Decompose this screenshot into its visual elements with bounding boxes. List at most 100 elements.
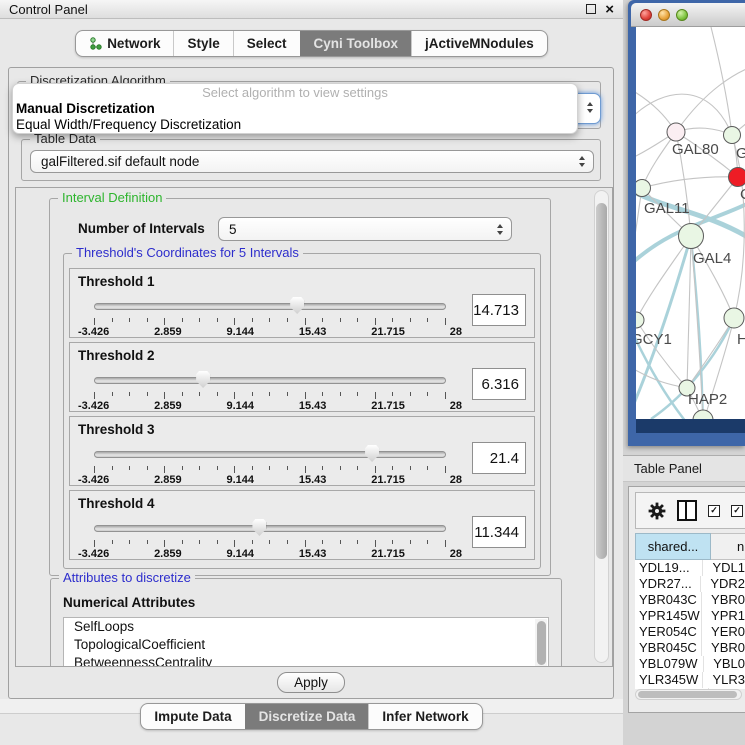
tab-jactivemnodules[interactable]: jActiveMNodules: [411, 31, 547, 56]
scale-label: 2.859: [154, 548, 182, 560]
numerical-attributes-list[interactable]: SelfLoopsTopologicalCoefficientBetweenne…: [63, 617, 549, 667]
slider-thumb[interactable]: [196, 371, 210, 388]
table-row[interactable]: YBL079WYBL0: [635, 656, 745, 672]
scale-label: 21.715: [371, 326, 405, 338]
cell-shared-name: YLR345W: [635, 672, 702, 688]
threshold-value-field[interactable]: 21.4: [472, 442, 526, 474]
threshold-slider[interactable]: -3.4262.8599.14415.4321.71528: [94, 445, 446, 485]
threshold-group-3: Threshold 3-3.4262.8599.14415.4321.71528…: [69, 416, 535, 486]
tick-mark: [252, 392, 253, 396]
minimize-traffic-light-icon[interactable]: [658, 9, 670, 21]
cyni-toolbox-panel: Discretization Algorithm Table Data galF…: [8, 67, 614, 699]
network-node-gal11[interactable]: [636, 180, 651, 197]
threshold-slider[interactable]: -3.4262.8599.14415.4321.71528: [94, 519, 446, 559]
close-traffic-light-icon[interactable]: [640, 9, 652, 21]
tick-mark: [357, 540, 358, 544]
slider-track[interactable]: [94, 451, 446, 458]
algorithm-option-equal-width-frequency-discretization[interactable]: Equal Width/Frequency Discretization: [13, 117, 577, 133]
network-node-gcy1[interactable]: [636, 312, 644, 328]
slider-track[interactable]: [94, 525, 446, 532]
settings-scrollbar[interactable]: [594, 190, 609, 663]
attribute-item-betweennesscentrality[interactable]: BetweennessCentrality: [64, 654, 548, 667]
tick-mark: [164, 540, 165, 547]
column-header-name[interactable]: n: [711, 533, 745, 560]
tick-mark: [129, 318, 130, 322]
slider-thumb[interactable]: [365, 445, 379, 462]
table-panel-title: Table Panel: [634, 461, 702, 476]
zoom-traffic-light-icon[interactable]: [676, 9, 688, 21]
checkbox-icon[interactable]: ✓: [708, 505, 720, 517]
control-panel-title: Control Panel: [9, 2, 88, 17]
slider-thumb[interactable]: [290, 297, 304, 314]
table-row[interactable]: YLR345WYLR3: [635, 672, 745, 688]
table-horizontal-scrollbar-thumb[interactable]: [638, 691, 737, 698]
tick-mark: [375, 466, 376, 473]
threshold-group-2: Threshold 2-3.4262.8599.14415.4321.71528…: [69, 342, 535, 412]
tab-discretize-data[interactable]: Discretize Data: [245, 704, 369, 729]
table-row[interactable]: YER054CYER0: [635, 624, 745, 640]
settings-scrollbar-thumb[interactable]: [596, 203, 607, 559]
scale-label: 15.43: [299, 474, 327, 486]
network-node-c[interactable]: [729, 168, 745, 187]
network-node-gal4[interactable]: [679, 224, 704, 249]
network-node-label: GAL80: [672, 141, 719, 158]
table-row[interactable]: YPR145WYPR1: [635, 608, 745, 624]
tab-style[interactable]: Style: [173, 31, 232, 56]
table-row[interactable]: YBR045CYBR0: [635, 640, 745, 656]
tab-impute-data[interactable]: Impute Data: [141, 704, 244, 729]
network-canvas[interactable]: GAL80GCGAL11GAL4GCY1HHAP2: [636, 27, 745, 419]
threshold-slider[interactable]: -3.4262.8599.14415.4321.71528: [94, 297, 446, 337]
tick-mark: [340, 318, 341, 322]
float-icon[interactable]: [586, 4, 596, 14]
threshold-value-field[interactable]: 6.316: [472, 368, 526, 400]
slider-thumb[interactable]: [252, 519, 266, 536]
threshold-value-field[interactable]: 11.344: [472, 516, 526, 548]
threshold-value-field[interactable]: 14.713: [472, 294, 526, 326]
interval-definition-box: Interval Definition Number of Intervals …: [49, 198, 551, 576]
control-panel: Control Panel × NetworkStyleSelectCyni T…: [0, 0, 624, 745]
tick-mark: [182, 466, 183, 470]
table-row[interactable]: YDL19...YDL1: [635, 560, 745, 576]
number-of-intervals-select[interactable]: 5: [218, 217, 512, 241]
tick-mark: [357, 466, 358, 470]
slider-track[interactable]: [94, 377, 446, 384]
top-tab-group: NetworkStyleSelectCyni ToolboxjActiveMNo…: [75, 30, 548, 57]
table-row[interactable]: YBR043CYBR0: [635, 592, 745, 608]
close-icon[interactable]: ×: [605, 4, 614, 15]
tick-mark: [199, 392, 200, 396]
table-row[interactable]: YDR27...YDR2: [635, 576, 745, 592]
network-node-g[interactable]: [724, 127, 741, 144]
slider-track[interactable]: [94, 303, 446, 310]
threshold-group-4: Threshold 4-3.4262.8599.14415.4321.71528…: [69, 490, 535, 560]
tick-mark: [217, 392, 218, 396]
table-horizontal-scrollbar[interactable]: [635, 689, 742, 700]
tab-network[interactable]: Network: [76, 31, 173, 56]
checkbox-icon[interactable]: ✓: [731, 505, 743, 517]
tab-cyni-toolbox[interactable]: Cyni Toolbox: [300, 31, 412, 56]
tab-infer-network[interactable]: Infer Network: [368, 704, 481, 729]
column-header-shared[interactable]: shared...: [635, 533, 711, 560]
network-node-gal80[interactable]: [667, 123, 685, 141]
tick-mark: [340, 466, 341, 470]
table-data-select[interactable]: galFiltered.sif default node: [30, 150, 594, 173]
combo-arrows-icon: [579, 156, 585, 167]
scale-label: 21.715: [371, 548, 405, 560]
tab-select[interactable]: Select: [233, 31, 300, 56]
table-data-selected-value: galFiltered.sif default node: [41, 154, 579, 169]
tick-mark: [112, 318, 113, 322]
apply-button[interactable]: Apply: [277, 672, 345, 693]
tick-mark: [234, 466, 235, 473]
network-node[interactable]: [693, 410, 713, 419]
network-node-h[interactable]: [724, 308, 744, 328]
scale-label: 28: [450, 548, 462, 560]
gear-icon[interactable]: [648, 502, 666, 520]
cell-shared-name: YBL079W: [635, 656, 703, 672]
algorithm-option-manual-discretization[interactable]: Manual Discretization: [13, 101, 577, 117]
threshold-slider[interactable]: -3.4262.8599.14415.4321.71528: [94, 371, 446, 411]
columns-icon[interactable]: [677, 500, 697, 521]
attribute-item-topologicalcoefficient[interactable]: TopologicalCoefficient: [64, 636, 548, 654]
list-scrollbar[interactable]: [535, 619, 547, 667]
list-scrollbar-thumb[interactable]: [537, 621, 546, 665]
scale-label: 2.859: [154, 474, 182, 486]
attribute-item-selfloops[interactable]: SelfLoops: [64, 618, 548, 636]
